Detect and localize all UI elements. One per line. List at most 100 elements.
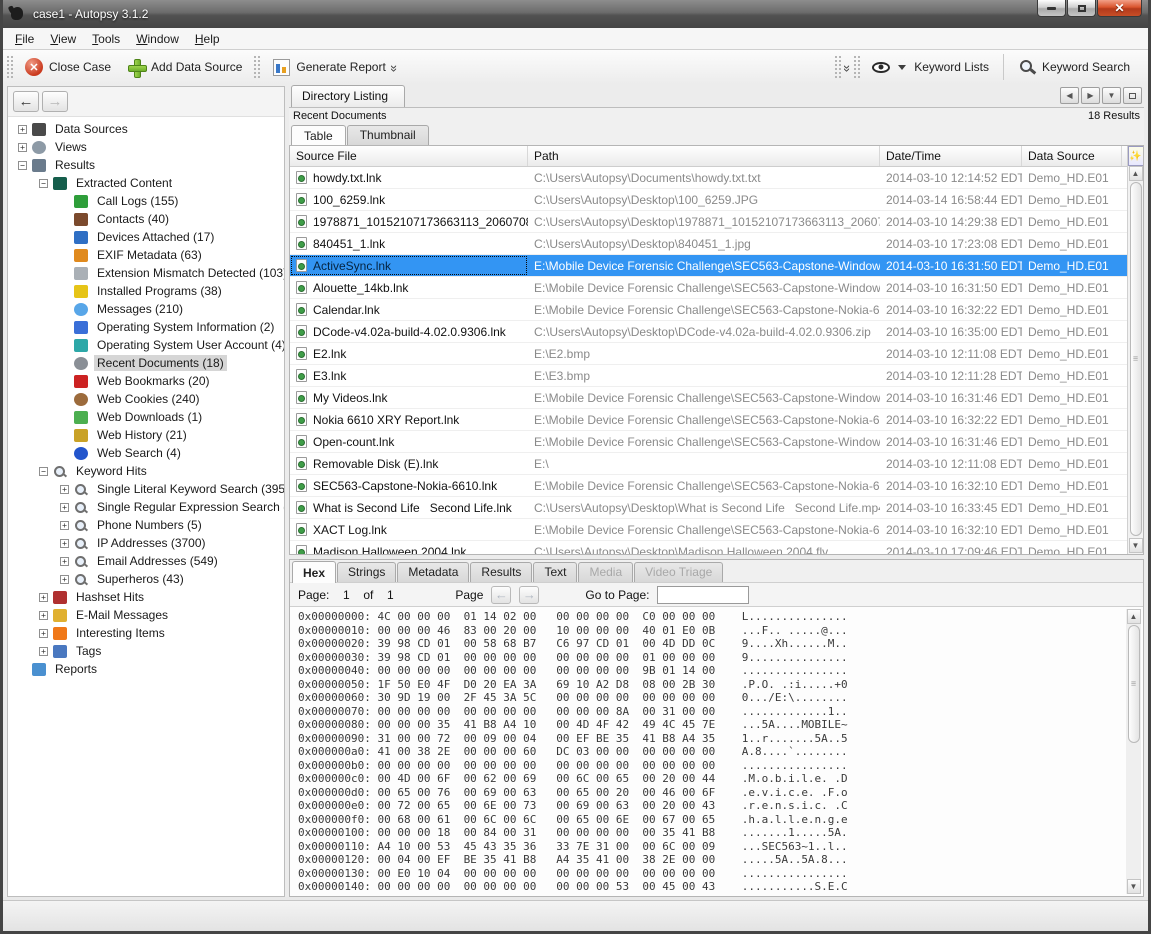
tab-text[interactable]: Text [533, 562, 577, 582]
cell-datetime[interactable]: 2014-03-10 17:23:08 EDT [880, 233, 1022, 254]
cell-data-source[interactable]: Demo_HD.E01 [1022, 343, 1122, 364]
title-bar[interactable]: case1 - Autopsy 3.1.2 ✕ [3, 0, 1148, 28]
tree-item-devices-attached[interactable]: Devices Attached (17) [8, 228, 284, 246]
toolbar-grip-3[interactable] [854, 56, 860, 78]
cell-path[interactable]: E:\Mobile Device Forensic Challenge\SEC5… [528, 519, 880, 540]
collapse-icon[interactable]: − [39, 467, 48, 476]
tree-item-call-logs[interactable]: Call Logs (155) [8, 192, 284, 210]
menu-window[interactable]: Window [128, 30, 187, 48]
table-row[interactable]: XACT Log.lnkE:\Mobile Device Forensic Ch… [290, 519, 1143, 541]
menu-help[interactable]: Help [187, 30, 228, 48]
page-prev-icon[interactable]: ← [491, 586, 511, 604]
expand-icon[interactable]: + [60, 557, 69, 566]
tree-item-tags[interactable]: +Tags [8, 642, 284, 660]
column-header-data-source[interactable]: Data Source [1022, 146, 1122, 166]
cell-data-source[interactable]: Demo_HD.E01 [1022, 541, 1122, 554]
tree-item-views[interactable]: +Views [8, 138, 284, 156]
expand-icon[interactable]: + [39, 593, 48, 602]
tree-item-extension-mismatch-detected[interactable]: Extension Mismatch Detected (103) [8, 264, 284, 282]
menu-view[interactable]: View [42, 30, 84, 48]
table-scroll-thumb[interactable] [1130, 182, 1142, 536]
tree-item-web-cookies[interactable]: Web Cookies (240) [8, 390, 284, 408]
table-scroll-up-icon[interactable]: ▲ [1129, 166, 1143, 181]
goto-page-input[interactable] [657, 586, 749, 604]
cell-datetime[interactable]: 2014-03-10 12:11:08 EDT [880, 453, 1022, 474]
tree-item-contacts[interactable]: Contacts (40) [8, 210, 284, 228]
tree-item-reports[interactable]: Reports [8, 660, 284, 678]
table-scrollbar[interactable]: ✨ ▲ ▼ [1127, 146, 1143, 554]
menu-tools[interactable]: Tools [84, 30, 128, 48]
hex-scroll-up-icon[interactable]: ▲ [1127, 609, 1141, 624]
close-button[interactable]: ✕ [1097, 0, 1142, 17]
cell-path[interactable]: C:\Users\Autopsy\Documents\howdy.txt.txt [528, 167, 880, 188]
cell-path[interactable]: E:\Mobile Device Forensic Challenge\SEC5… [528, 475, 880, 496]
cell-path[interactable]: E:\ [528, 453, 880, 474]
expand-icon[interactable]: + [39, 611, 48, 620]
cell-source-file[interactable]: DCode-v4.02a-build-4.02.0.9306.lnk [290, 321, 528, 342]
cell-path[interactable]: E:\Mobile Device Forensic Challenge\SEC5… [528, 387, 880, 408]
cell-path[interactable]: E:\E3.bmp [528, 365, 880, 386]
expand-icon[interactable]: + [60, 575, 69, 584]
cell-datetime[interactable]: 2014-03-10 16:32:10 EDT [880, 519, 1022, 540]
pane-forward-icon[interactable]: ▶ [1081, 87, 1100, 104]
tree-item-superheros[interactable]: +Superheros (43) [8, 570, 284, 588]
tree-item-web-bookmarks[interactable]: Web Bookmarks (20) [8, 372, 284, 390]
keyword-search-button[interactable]: Keyword Search [1010, 54, 1138, 80]
expand-icon[interactable]: + [18, 125, 27, 134]
hex-scroll-down-icon[interactable]: ▼ [1127, 879, 1141, 894]
cell-data-source[interactable]: Demo_HD.E01 [1022, 387, 1122, 408]
table-row[interactable]: Nokia 6610 XRY Report.lnkE:\Mobile Devic… [290, 409, 1143, 431]
cell-path[interactable]: E:\Mobile Device Forensic Challenge\SEC5… [528, 299, 880, 320]
tree-item-keyword-hits[interactable]: −Keyword Hits [8, 462, 284, 480]
cell-data-source[interactable]: Demo_HD.E01 [1022, 409, 1122, 430]
cell-source-file[interactable]: E2.lnk [290, 343, 528, 364]
table-row[interactable]: E2.lnkE:\E2.bmp2014-03-10 12:11:08 EDTDe… [290, 343, 1143, 365]
table-row[interactable]: Open-count.lnkE:\Mobile Device Forensic … [290, 431, 1143, 453]
pane-dropdown-icon[interactable]: ▼ [1102, 87, 1121, 104]
cell-path[interactable]: C:\Users\Autopsy\Desktop\1978871_1015210… [528, 211, 880, 232]
cell-source-file[interactable]: howdy.txt.lnk [290, 167, 528, 188]
cell-source-file[interactable]: 1978871_10152107173663113_2060708596_ [290, 211, 528, 232]
tree-item-exif-metadata[interactable]: EXIF Metadata (63) [8, 246, 284, 264]
cell-source-file[interactable]: Removable Disk (E).lnk [290, 453, 528, 474]
table-row[interactable]: 100_6259.lnkC:\Users\Autopsy\Desktop\100… [290, 189, 1143, 211]
cell-data-source[interactable]: Demo_HD.E01 [1022, 277, 1122, 298]
expand-icon[interactable]: + [18, 143, 27, 152]
cell-data-source[interactable]: Demo_HD.E01 [1022, 167, 1122, 188]
collapse-icon[interactable]: − [18, 161, 27, 170]
add-data-source-button[interactable]: Add Data Source [119, 54, 250, 80]
column-header-date-time[interactable]: Date/Time [880, 146, 1022, 166]
cell-source-file[interactable]: Calendar.lnk [290, 299, 528, 320]
expand-icon[interactable]: + [60, 503, 69, 512]
cell-source-file[interactable]: SEC563-Capstone-Nokia-6610.lnk [290, 475, 528, 496]
cell-data-source[interactable]: Demo_HD.E01 [1022, 497, 1122, 518]
table-row[interactable]: Madison Halloween 2004.lnkC:\Users\Autop… [290, 541, 1143, 554]
column-header-source-file[interactable]: Source File [290, 146, 528, 166]
cell-path[interactable]: C:\Users\Autopsy\Desktop\840451_1.jpg [528, 233, 880, 254]
table-row[interactable]: howdy.txt.lnkC:\Users\Autopsy\Documents\… [290, 167, 1143, 189]
tree-item-e-mail-messages[interactable]: +E-Mail Messages [8, 606, 284, 624]
expand-icon[interactable]: + [60, 485, 69, 494]
cell-source-file[interactable]: Alouette_14kb.lnk [290, 277, 528, 298]
tree-item-ip-addresses[interactable]: +IP Addresses (3700) [8, 534, 284, 552]
cell-datetime[interactable]: 2014-03-10 16:31:50 EDT [880, 277, 1022, 298]
hex-scrollbar[interactable]: ▲ ▼ [1126, 609, 1141, 894]
cell-data-source[interactable]: Demo_HD.E01 [1022, 453, 1122, 474]
cell-data-source[interactable]: Demo_HD.E01 [1022, 255, 1122, 276]
toolbar-grip[interactable] [7, 56, 13, 78]
tree-item-web-history[interactable]: Web History (21) [8, 426, 284, 444]
cell-source-file[interactable]: 100_6259.lnk [290, 189, 528, 210]
cell-source-file[interactable]: My Videos.lnk [290, 387, 528, 408]
tree-item-single-literal-keyword-search[interactable]: +Single Literal Keyword Search (395) [8, 480, 284, 498]
hex-view[interactable]: 0x00000000: 4C 00 00 00 01 14 02 00 00 0… [290, 606, 1143, 896]
pane-maximize-icon[interactable] [1123, 87, 1142, 104]
tab-results[interactable]: Results [470, 562, 532, 582]
cell-path[interactable]: C:\Users\Autopsy\Desktop\Madison Hallowe… [528, 541, 880, 554]
close-case-button[interactable]: ✕ Close Case [17, 54, 119, 80]
collapse-icon[interactable]: − [39, 179, 48, 188]
tree-item-phone-numbers[interactable]: +Phone Numbers (5) [8, 516, 284, 534]
hex-scroll-thumb[interactable] [1128, 625, 1140, 743]
minimize-button[interactable] [1037, 0, 1066, 17]
table-row[interactable]: Removable Disk (E).lnkE:\2014-03-10 12:1… [290, 453, 1143, 475]
cell-source-file[interactable]: XACT Log.lnk [290, 519, 528, 540]
